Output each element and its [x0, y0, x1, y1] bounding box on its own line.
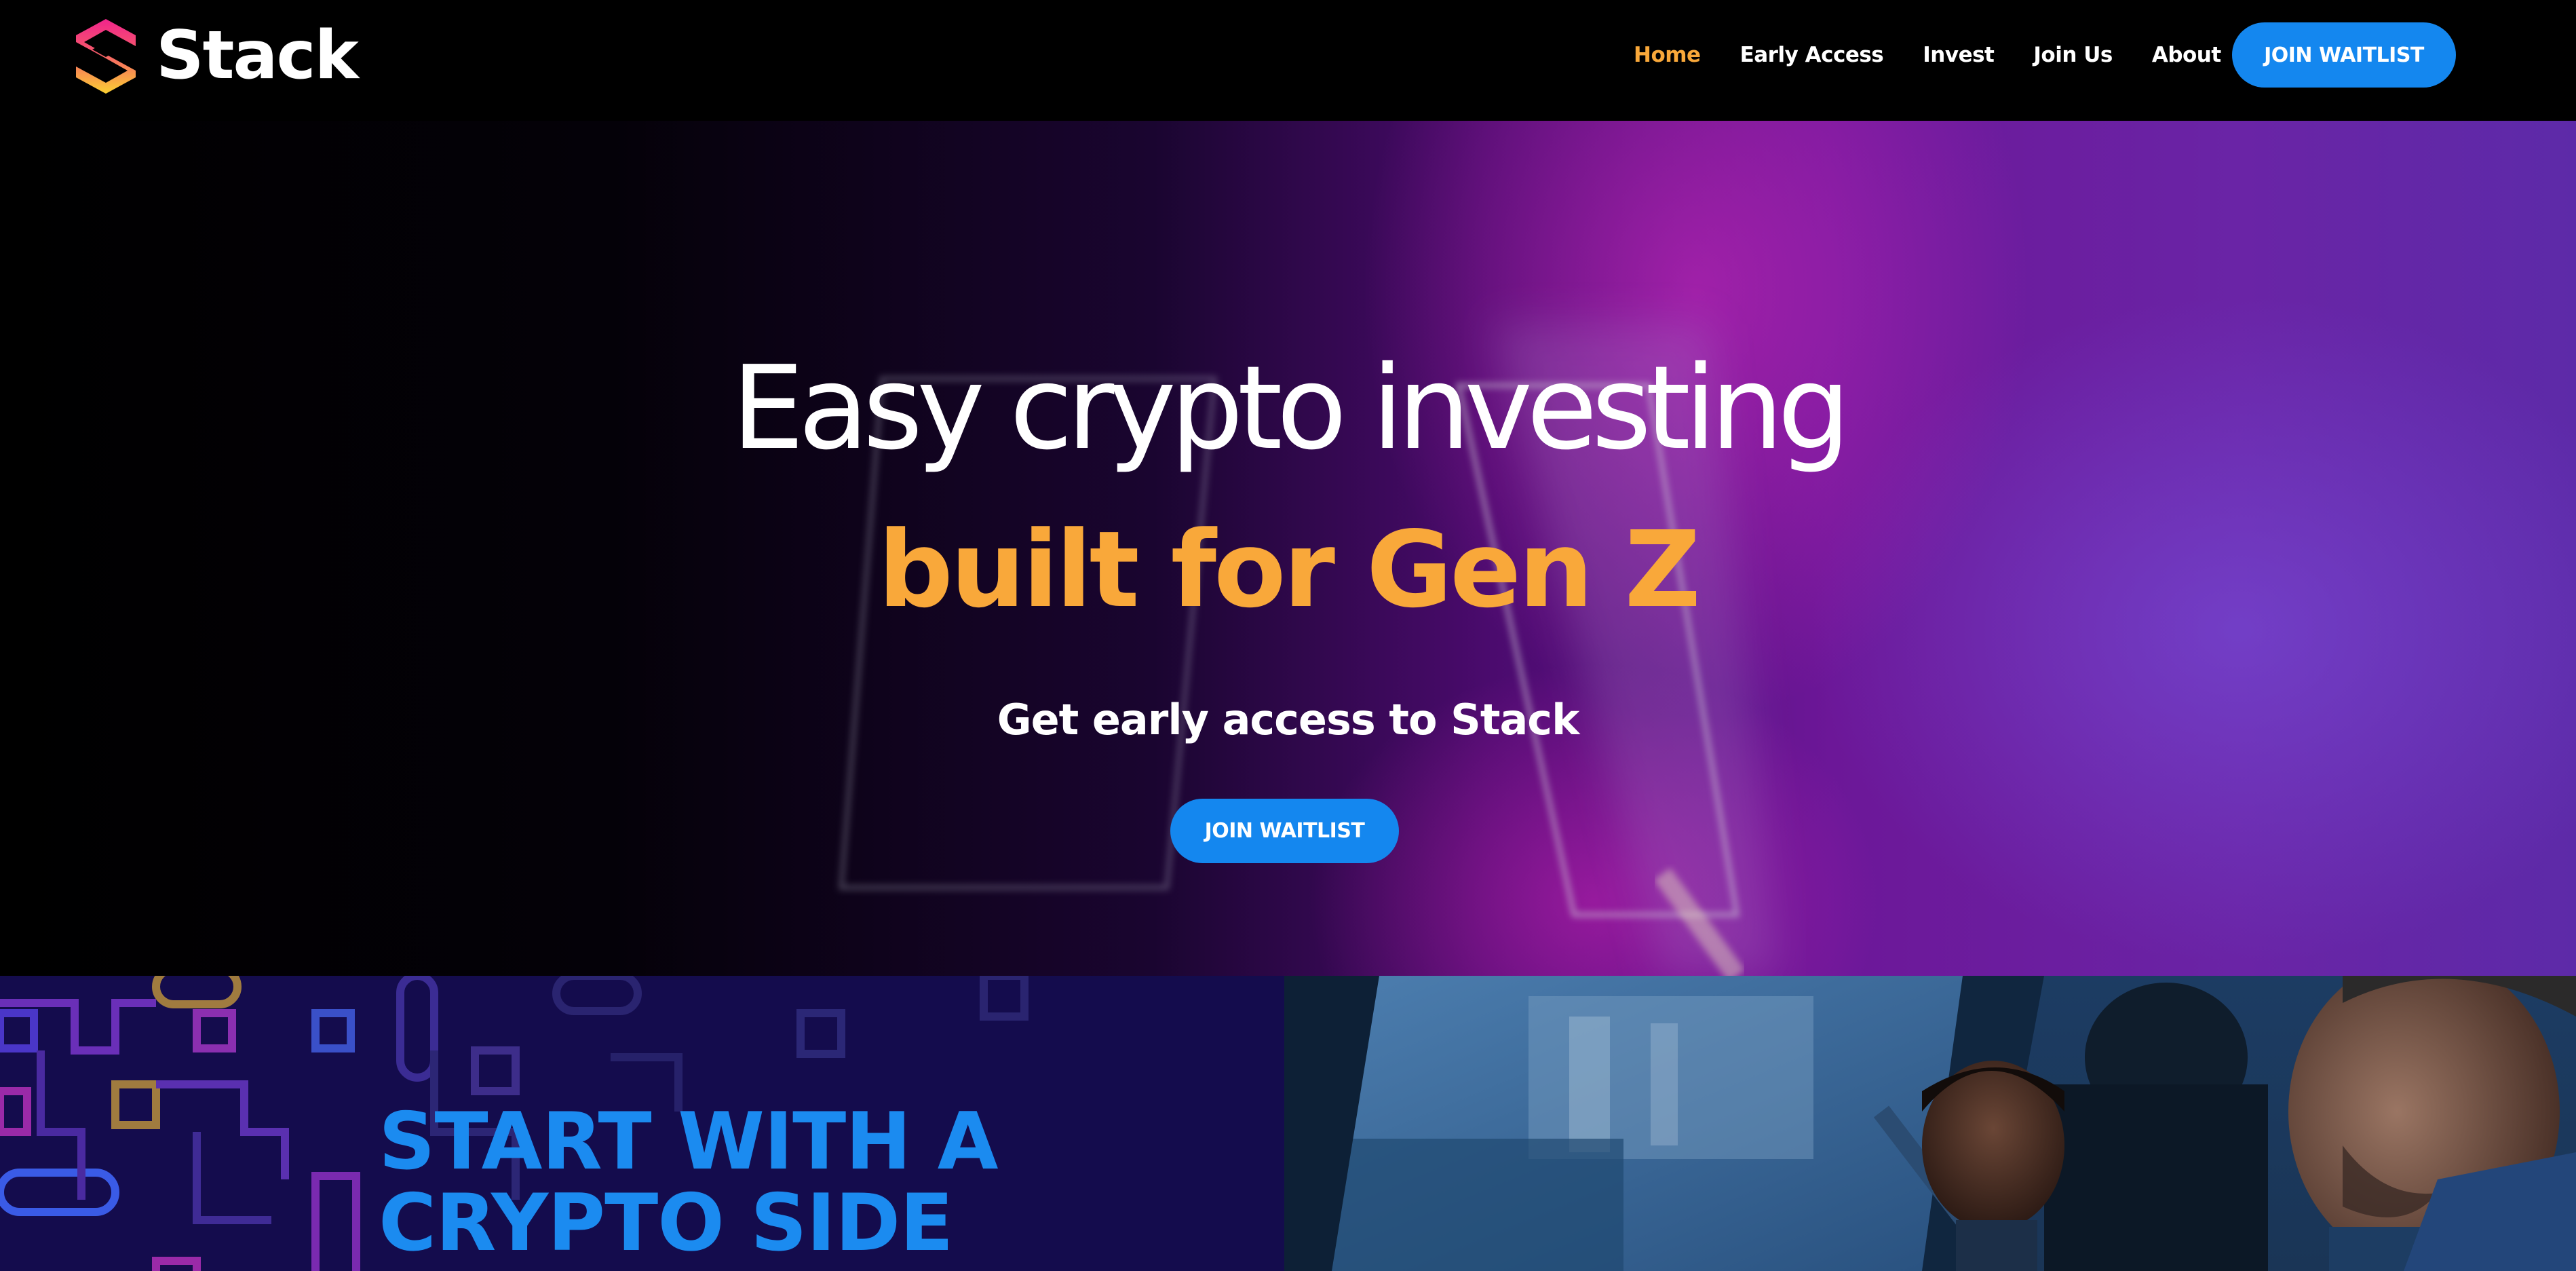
hero-join-waitlist-button[interactable]: JOIN WAITLIST — [1170, 799, 1399, 863]
car-scene-illustration — [1284, 976, 2576, 1271]
nav-link-about[interactable]: About — [2152, 39, 2221, 71]
top-navbar: Stack Home Early Access Invest Join Us A… — [0, 0, 2576, 121]
hero-title-line-2: built for Gen Z — [878, 508, 1701, 631]
nav-link-early-access[interactable]: Early Access — [1740, 39, 1884, 71]
hero-title-line-1: Easy crypto investing — [731, 341, 1851, 476]
side-hustle-section: START WITH A CRYPTO SIDE — [0, 976, 1284, 1271]
side-section-heading: START WITH A CRYPTO SIDE — [379, 1096, 999, 1269]
brand-name: Stack — [156, 17, 359, 94]
hero-subtitle: Get early access to Stack — [997, 695, 1580, 744]
nav-join-waitlist-button[interactable]: JOIN WAITLIST — [2232, 22, 2456, 88]
stack-logo-icon — [76, 19, 136, 94]
brand-logo-link[interactable]: Stack — [71, 15, 359, 96]
hero-section: Easy crypto investing built for Gen Z Ge… — [0, 121, 2576, 976]
side-heading-line-1: START WITH A — [379, 1096, 999, 1188]
side-heading-line-2: CRYPTO SIDE — [379, 1177, 953, 1269]
nav-link-join-us[interactable]: Join Us — [2033, 39, 2113, 71]
car-photo — [1284, 976, 2576, 1271]
main-nav: Home Early Access Invest Join Us About — [1634, 39, 2261, 71]
nav-link-home[interactable]: Home — [1634, 39, 1701, 71]
nav-link-invest[interactable]: Invest — [1923, 39, 1995, 71]
